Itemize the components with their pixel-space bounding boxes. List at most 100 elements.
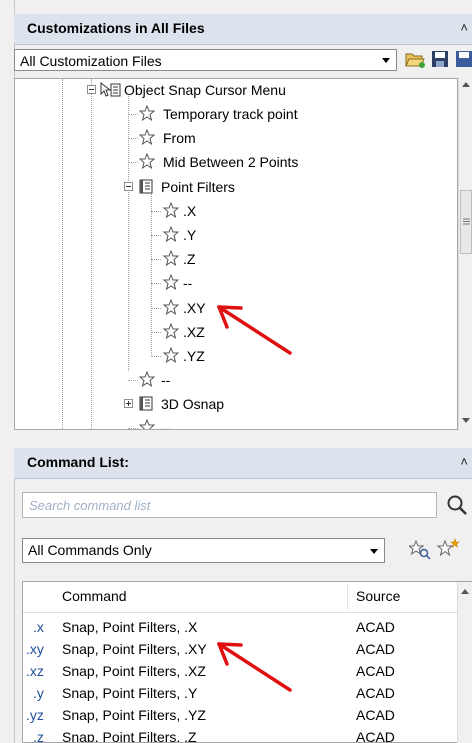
command-search-input[interactable]: Search command list <box>22 492 437 518</box>
command-source: ACAD <box>356 641 395 657</box>
tree-item-label: .XZ <box>183 324 205 340</box>
tree-item-label: Object Snap Cursor Menu <box>124 82 286 98</box>
command-star-icon <box>163 323 179 339</box>
tree-item-3d-osnap[interactable]: 3D Osnap <box>15 393 445 415</box>
save-icon[interactable] <box>430 49 450 69</box>
command-source: ACAD <box>356 729 395 743</box>
command-source: ACAD <box>356 619 395 635</box>
command-abbr: .y <box>33 685 44 701</box>
find-command-icon[interactable] <box>409 540 431 560</box>
table-row[interactable]: .yz Snap, Point Filters, .YZ ACAD <box>23 705 453 726</box>
tree-item-label: 3D Osnap <box>161 396 225 412</box>
tree-item-x[interactable]: .X <box>15 200 445 222</box>
command-source: ACAD <box>356 685 395 701</box>
column-header-source[interactable]: Source <box>356 588 400 604</box>
tree-guide-line <box>151 211 161 212</box>
tree-item-y[interactable]: .Y <box>15 224 445 246</box>
tree-item-label: -- <box>183 275 193 291</box>
tree-guide-line <box>128 138 138 139</box>
tree-item-label: .X <box>183 203 197 219</box>
command-name: Snap, Point Filters, .YZ <box>62 707 206 723</box>
tree-item-point-filters[interactable]: Point Filters <box>15 176 445 198</box>
tree-item-temporary-track-point[interactable]: Temporary track point <box>15 103 445 125</box>
tree-item-label: Point Filters <box>161 179 235 195</box>
file-filter-dropdown[interactable]: All Customization Files <box>14 49 397 71</box>
command-star-icon <box>163 347 179 363</box>
tree-item-separator[interactable]: -- <box>15 369 445 391</box>
command-star-icon <box>139 105 155 121</box>
scroll-down-arrow-icon[interactable] <box>462 418 470 424</box>
tree-guide-line <box>151 308 161 309</box>
command-star-icon <box>163 226 179 242</box>
save-as-icon[interactable] <box>454 49 472 69</box>
tree-item-mid-between-2-points[interactable]: Mid Between 2 Points <box>15 151 445 173</box>
command-list-title: Command List: <box>27 454 129 470</box>
command-star-icon <box>139 419 155 429</box>
tree-item-label: From <box>163 130 196 146</box>
collapse-toggle-icon[interactable] <box>87 85 96 94</box>
customizations-panel-header: Customizations in All Files ˄ <box>14 14 472 45</box>
command-source: ACAD <box>356 707 395 723</box>
tree-item-label: Mid Between 2 Points <box>163 154 299 170</box>
dropdown-arrow-icon[interactable] <box>366 543 382 559</box>
tree-item-separator[interactable]: -- <box>15 272 445 294</box>
annotation-arrow-bottom <box>217 642 292 692</box>
tree-guide-line <box>128 162 138 163</box>
command-abbr: .yz <box>26 707 44 723</box>
tree-item-label: Temporary track point <box>163 106 298 122</box>
menu-icon <box>139 396 153 411</box>
tree-item-label: .Z <box>183 251 196 267</box>
tree-item-from[interactable]: From <box>15 127 445 149</box>
column-divider <box>347 584 348 610</box>
tree-guide-line <box>128 428 138 429</box>
customizations-panel-title: Customizations in All Files <box>27 20 205 36</box>
tree-guide-line <box>151 283 161 284</box>
tree-guide-line <box>151 259 161 260</box>
command-list-panel-header: Command List: ˄ <box>14 448 472 479</box>
scroll-up-arrow-icon[interactable] <box>462 81 470 87</box>
column-header-command[interactable]: Command <box>62 588 127 604</box>
scroll-up-arrow-icon[interactable] <box>461 588 469 594</box>
tree-item-label: -- <box>161 420 171 430</box>
command-list-scrollbar[interactable] <box>457 582 472 743</box>
cursor-menu-icon <box>100 82 121 97</box>
tree-guide-line <box>128 380 138 381</box>
search-icon[interactable] <box>445 493 469 517</box>
command-star-icon <box>139 371 155 387</box>
panel-splitter[interactable] <box>14 430 472 448</box>
table-header: Command Source <box>23 582 458 613</box>
command-filter-dropdown[interactable]: All Commands Only <box>22 538 385 563</box>
command-abbr: .xy <box>26 641 44 657</box>
tree-guide-line <box>151 235 161 236</box>
command-star-icon <box>163 202 179 218</box>
command-name: Snap, Point Filters, .XZ <box>62 663 206 679</box>
scroll-thumb[interactable] <box>460 190 472 254</box>
command-abbr: .z <box>33 729 44 743</box>
open-file-icon[interactable] <box>404 48 426 70</box>
tree-item-z[interactable]: .Z <box>15 248 445 270</box>
new-command-icon[interactable] <box>436 538 460 560</box>
collapse-toggle-icon[interactable] <box>124 182 133 191</box>
command-abbr: .x <box>33 619 44 635</box>
annotation-arrow-top <box>217 305 292 355</box>
table-row[interactable]: .z Snap, Point Filters, .Z ACAD <box>23 727 453 743</box>
command-star-icon <box>163 299 179 315</box>
search-placeholder: Search command list <box>29 498 151 513</box>
tree-item-label: .XY <box>183 300 206 316</box>
dropdown-arrow-icon[interactable] <box>378 52 394 68</box>
tree-item-label: .Y <box>183 227 197 243</box>
window-edge <box>0 0 15 743</box>
tree-item-object-snap-cursor-menu[interactable]: Object Snap Cursor Menu <box>15 79 445 101</box>
command-star-icon <box>139 129 155 145</box>
tree-scrollbar[interactable] <box>458 78 472 430</box>
expand-toggle-icon[interactable] <box>124 399 133 408</box>
collapse-chevron-icon[interactable]: ˄ <box>460 20 468 35</box>
collapse-chevron-icon[interactable]: ˄ <box>460 454 468 469</box>
tree-guide-line <box>128 114 138 115</box>
tree-item-label: -- <box>161 372 171 388</box>
file-filter-value: All Customization Files <box>20 53 162 69</box>
tree-item-separator[interactable]: -- <box>15 417 445 430</box>
command-name: Snap, Point Filters, .X <box>62 619 198 635</box>
tree-item-label: .YZ <box>183 348 205 364</box>
command-name: Snap, Point Filters, .XY <box>62 641 207 657</box>
